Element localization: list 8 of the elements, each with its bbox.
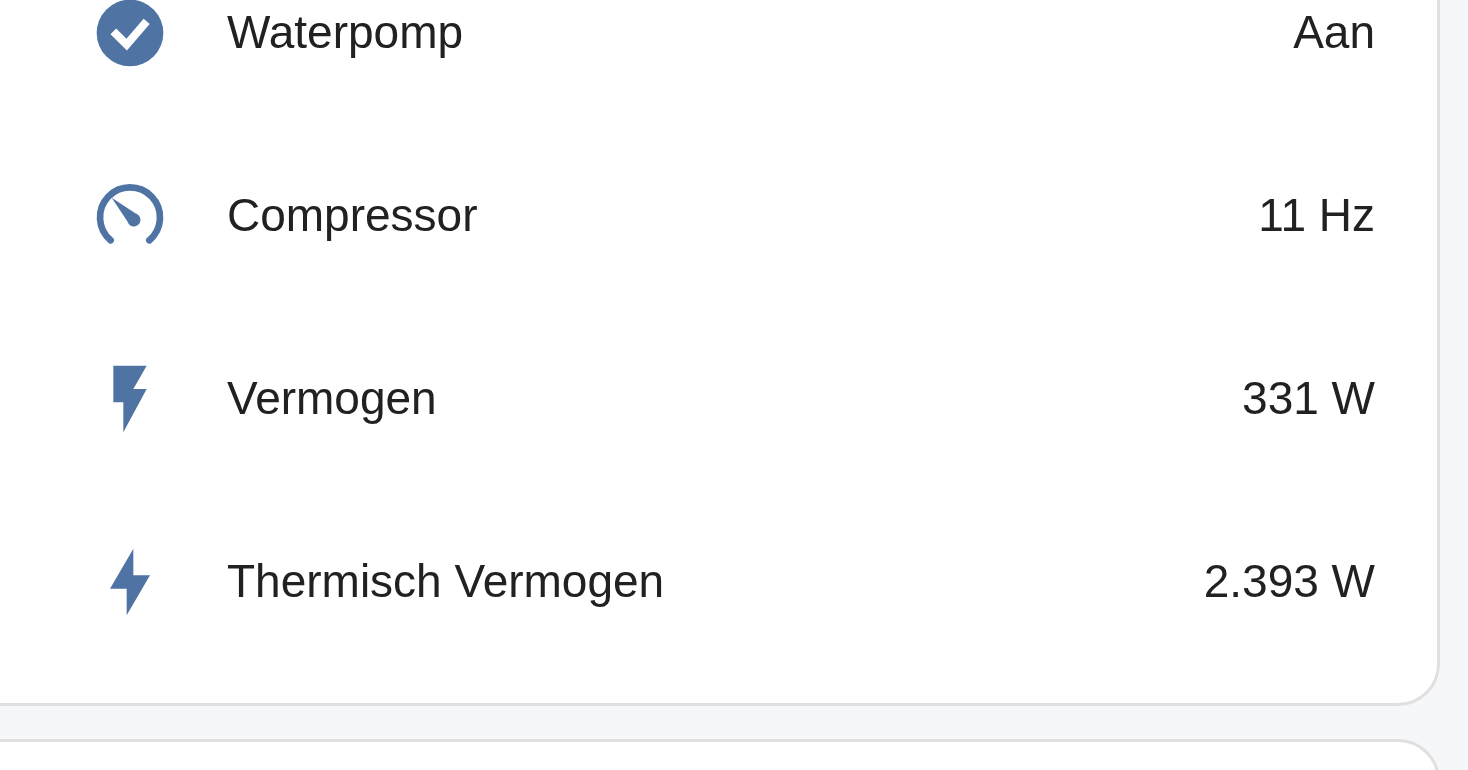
entity-name: Waterpomp	[227, 5, 464, 60]
entity-state: Aan	[1293, 5, 1375, 60]
entity-state: 11 Hz	[1258, 188, 1375, 243]
entity-name: Vermogen	[227, 371, 437, 426]
entity-state: 2.393 W	[1203, 554, 1375, 609]
entity-name: Thermisch Vermogen	[227, 554, 665, 609]
entity-state: 331 W	[1242, 371, 1375, 426]
entity-name: Compressor	[227, 188, 478, 243]
